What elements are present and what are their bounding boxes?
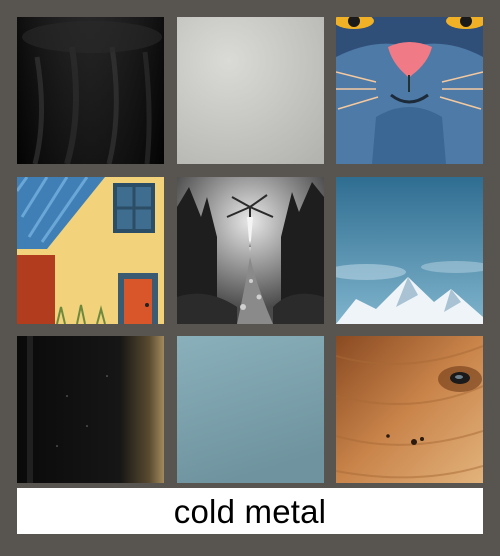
light-grey-image: [177, 17, 324, 164]
tile-slate-blue-texture: [177, 336, 324, 483]
cat-face-image: [336, 17, 483, 164]
black-metal-image: [17, 336, 164, 483]
slate-blue-image: [177, 336, 324, 483]
tile-blue-sky-mountain: [336, 177, 483, 324]
forest-stream-image: [177, 177, 324, 324]
tile-black-metal-surface: [17, 336, 164, 483]
black-fabric-image: [17, 17, 164, 164]
cottage-image: [17, 177, 164, 324]
tile-cat-face-illustration: [336, 17, 483, 164]
mountain-image: [336, 177, 483, 324]
wood-grain-image: [336, 336, 483, 483]
tile-black-fabric-texture: [17, 17, 164, 164]
tile-dark-forest-stream: [177, 177, 324, 324]
tile-painted-cottage: [17, 177, 164, 324]
tile-wood-grain-knot: [336, 336, 483, 483]
caption-bar: cold metal: [17, 488, 483, 534]
tile-light-grey-texture: [177, 17, 324, 164]
caption-text: cold metal: [173, 492, 327, 530]
image-grid: [0, 0, 500, 556]
